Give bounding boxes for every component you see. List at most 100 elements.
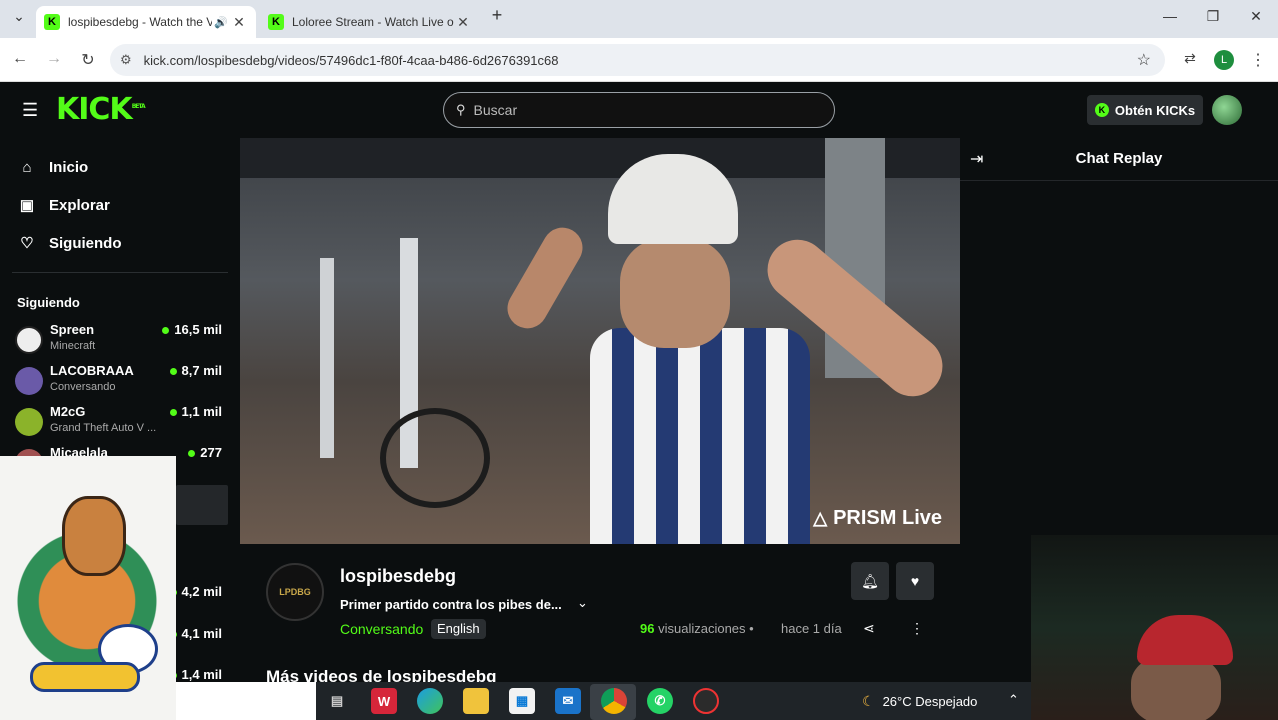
avatar: [15, 367, 43, 395]
sidebar-item-inicio[interactable]: ⌂ Inicio: [17, 159, 88, 176]
language-tag[interactable]: English: [431, 619, 486, 639]
edge-browser-icon[interactable]: [417, 688, 443, 714]
kicks-coin-icon: K: [1094, 103, 1109, 117]
back-arrow-icon[interactable]: ←: [10, 50, 30, 68]
close-tab-icon[interactable]: ✕: [230, 14, 248, 31]
viewer-count: 4,1 mil: [169, 626, 222, 641]
viewer-count: 1,1 mil: [169, 404, 222, 419]
channel-name: LACOBRAAA: [50, 363, 134, 378]
video-title: Primer partido contra los pibes de...: [340, 597, 562, 612]
windows-taskbar: ▤ W ▦ ✉ ✆ ☾ 26°C Despejado ⌃: [316, 682, 1031, 720]
recorder-icon[interactable]: [693, 688, 719, 714]
search-input[interactable]: ⚲ Buscar: [443, 92, 835, 128]
tab-title: lospibesdebg - Watch the V: [68, 15, 212, 29]
viewer-count: 4,2 mil: [169, 584, 222, 599]
more-options-icon[interactable]: ⋮: [910, 620, 924, 637]
chat-title: Chat Replay: [1075, 150, 1163, 167]
kick-favicon-icon: K: [44, 14, 60, 30]
forward-arrow-icon[interactable]: →: [44, 50, 64, 68]
upload-time: •hace 1 día: [781, 621, 842, 636]
browser-tab-active[interactable]: K lospibesdebg - Watch the V 🔊 ✕: [36, 6, 256, 38]
channel-category: Conversando: [50, 381, 116, 393]
kebab-menu-icon[interactable]: ⋮: [1248, 50, 1268, 70]
face: [620, 238, 730, 348]
channel-name: Spreen: [50, 322, 95, 337]
followed-channel[interactable]: Spreen Minecraft 16,5 mil: [15, 322, 230, 358]
channel-category: Minecraft: [50, 340, 96, 352]
followed-channel[interactable]: LACOBRAAA Conversando 8,7 mil: [15, 363, 230, 399]
heart-icon: ♡: [20, 235, 34, 252]
site-header: ☰ KICKBETA ⚲ Buscar K Obtén KICKs: [0, 82, 1278, 137]
category-link[interactable]: Conversando: [340, 621, 423, 637]
heart-icon: ♥: [910, 573, 920, 589]
browser-tab[interactable]: K Loloree Stream - Watch Live on ✕: [260, 6, 480, 38]
search-placeholder: Buscar: [473, 102, 518, 118]
speaker-icon[interactable]: 🔊: [212, 16, 230, 29]
cast-icon[interactable]: ⇄: [1180, 50, 1200, 67]
webcam-overlay: [1031, 535, 1278, 720]
logo-banner: [30, 662, 140, 692]
chat-header: ⇥ Chat Replay: [960, 137, 1278, 181]
microsoft-store-icon[interactable]: ▦: [509, 688, 535, 714]
channel-category: Grand Theft Auto V ...: [50, 422, 157, 434]
barbershop-logo-overlay: [0, 456, 176, 720]
moon-icon: ☾: [862, 693, 875, 709]
file-explorer-icon[interactable]: [463, 688, 489, 714]
tab-search-icon[interactable]: ⌄: [4, 8, 34, 25]
kick-logo[interactable]: KICKBETA: [56, 92, 146, 127]
channel-name[interactable]: lospibesdebg: [340, 566, 456, 587]
sidebar-highlight: [176, 485, 228, 525]
new-tab-button[interactable]: +: [482, 5, 512, 26]
taskbar-blank: [176, 682, 316, 720]
reload-icon[interactable]: ↻: [78, 50, 98, 70]
kick-favicon-icon: K: [268, 14, 284, 30]
viewer-count: 1,4 mil: [169, 667, 222, 682]
browser-tab-strip: ⌄ K lospibesdebg - Watch the V 🔊 ✕ K Lol…: [0, 0, 1278, 38]
chevron-down-icon[interactable]: ⌄: [577, 595, 588, 611]
hamburger-menu-icon[interactable]: ☰: [22, 100, 38, 121]
channel-avatar[interactable]: LPDBG: [266, 563, 324, 621]
profile-avatar[interactable]: L: [1214, 50, 1234, 70]
divider: [12, 272, 228, 273]
jersey: [590, 328, 810, 544]
compass-icon: ▣: [19, 197, 35, 214]
view-count: 96 visualizaciones •: [640, 621, 754, 636]
follow-button[interactable]: ♥: [896, 562, 934, 600]
webcam-hat: [1137, 615, 1233, 665]
minimize-icon[interactable]: —: [1155, 8, 1185, 24]
video-player[interactable]: △ PRISM Live: [240, 138, 960, 544]
outlook-icon[interactable]: ✉: [555, 688, 581, 714]
task-view-icon[interactable]: ▤: [324, 688, 350, 714]
tab-title: Loloree Stream - Watch Live on: [292, 15, 454, 29]
bicycle: [380, 408, 490, 508]
viewer-count: 8,7 mil: [169, 363, 222, 378]
channel-name: M2cG: [50, 404, 86, 419]
browser-toolbar: ← → ↻ ⚙ kick.com/lospibesdebg/videos/574…: [0, 38, 1278, 82]
address-bar[interactable]: ⚙ kick.com/lospibesdebg/videos/57496dc1-…: [110, 44, 1165, 76]
url-text: kick.com/lospibesdebg/videos/57496dc1-f8…: [143, 52, 559, 68]
weather-widget[interactable]: ☾ 26°C Despejado: [862, 693, 977, 710]
whatsapp-icon[interactable]: ✆: [647, 688, 673, 714]
pillar: [320, 258, 334, 458]
close-window-icon[interactable]: ✕: [1241, 8, 1271, 25]
share-icon[interactable]: ⋖: [863, 620, 875, 637]
restore-icon[interactable]: ❐: [1198, 8, 1228, 25]
avatar: [15, 408, 43, 436]
followed-channel[interactable]: M2cG Grand Theft Auto V ... 1,1 mil: [15, 404, 230, 440]
get-kicks-button[interactable]: K Obtén KICKs: [1087, 95, 1203, 125]
site-info-icon[interactable]: ⚙: [120, 52, 132, 68]
avatar: [15, 326, 43, 354]
user-avatar[interactable]: [1212, 95, 1242, 125]
logo-character: [62, 496, 126, 576]
tray-chevron-up-icon[interactable]: ⌃: [1008, 692, 1019, 708]
wps-office-icon[interactable]: W: [371, 688, 397, 714]
bookmark-star-icon[interactable]: ☆: [1137, 50, 1151, 70]
sidebar-item-explorar[interactable]: ▣ Explorar: [17, 196, 110, 215]
home-icon: ⌂: [22, 159, 32, 176]
notification-bell-button[interactable]: 🔔︎: [851, 562, 889, 600]
bell-icon: 🔔︎: [861, 572, 879, 589]
viewer-count: 16,5 mil: [162, 322, 222, 337]
close-tab-icon[interactable]: ✕: [454, 14, 472, 31]
sidebar-item-siguiendo[interactable]: ♡ Siguiendo: [17, 234, 121, 253]
chrome-icon[interactable]: [601, 688, 627, 714]
